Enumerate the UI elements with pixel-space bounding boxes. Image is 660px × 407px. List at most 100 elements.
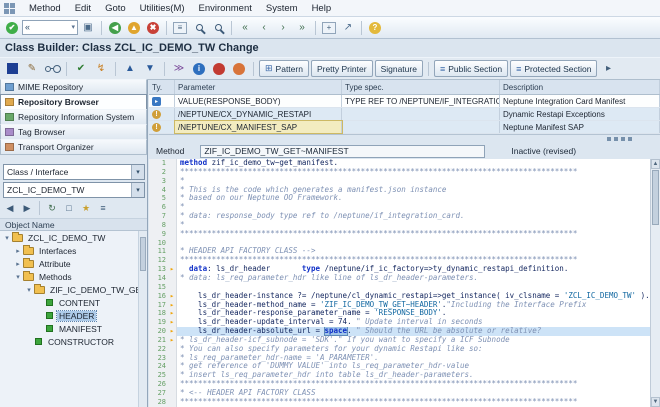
code-line[interactable]: 13 ▸ data: ls_dr_header type /neptune/if_…	[149, 265, 660, 274]
code-line[interactable]: 14 * data: ls_req_parameter_hdr like line…	[149, 273, 660, 283]
nav-tag-browser[interactable]: Tag Browser	[0, 124, 147, 140]
code-line[interactable]: 16 ▸ ls_dr_header-instance ?= /neptune/cl…	[149, 291, 660, 301]
syntax-check-icon[interactable]: ✔	[72, 60, 90, 78]
tree-scrollbar-thumb[interactable]	[140, 237, 146, 271]
tree-item-constructor[interactable]: CONSTRUCTOR	[0, 335, 138, 348]
param-row[interactable]: !/NEPTUNE/CX_MANIFEST_SAP Neptune Manifes…	[149, 120, 660, 134]
first-page-icon[interactable]: «	[236, 19, 254, 37]
activate-icon[interactable]: ↯	[92, 60, 110, 78]
param-row[interactable]: !/NEPTUNE/CX_DYNAMIC_RESTAPI Dynamic Rest…	[149, 108, 660, 121]
next-page-icon[interactable]: ›	[274, 19, 292, 37]
code-line[interactable]: 21 ▸ * ls_dr_header-icf_subnode = 'SDK'." …	[149, 335, 660, 345]
button-pattern[interactable]: ⊞ Pattern	[259, 60, 309, 77]
tree-item-attribute[interactable]: ▸ Attribute	[0, 257, 138, 270]
scroll-up-icon[interactable]: ▲	[651, 159, 660, 169]
scroll-down-icon[interactable]: ▼	[651, 397, 660, 407]
button-public-section[interactable]: ≡ Public Section	[433, 60, 509, 77]
tree-item-interfaces[interactable]: ▸ Interfaces	[0, 244, 138, 257]
expander-icon[interactable]: ▸	[14, 247, 22, 255]
code-line[interactable]: 8 *	[149, 220, 660, 230]
splitter-handle[interactable]	[607, 137, 632, 141]
code-line[interactable]: 3 *	[149, 176, 660, 186]
where-used-icon[interactable]: ≫	[170, 60, 188, 78]
expander-icon[interactable]: ▸	[14, 260, 22, 268]
cancel-icon[interactable]: ✖	[144, 19, 162, 37]
tree-item-content[interactable]: CONTENT	[0, 296, 138, 309]
overflow-icon[interactable]: ▸	[599, 60, 617, 78]
settings-icon[interactable]: ≡	[95, 201, 111, 216]
category-combo[interactable]: Class / Interface ▾	[3, 164, 145, 180]
code-line[interactable]: 5 * based on our Neptune OO Framework.	[149, 194, 660, 204]
command-field[interactable]: «▾	[22, 20, 78, 35]
editor-scrollbar[interactable]: ▲ ▼	[650, 159, 660, 407]
exit-icon[interactable]: ▲	[125, 19, 143, 37]
enter-icon[interactable]: ✔	[3, 19, 21, 37]
menu-edit[interactable]: Edit	[68, 2, 98, 15]
print-icon[interactable]: ≡	[171, 19, 189, 37]
column-header-description[interactable]: Description	[500, 80, 660, 94]
code-line[interactable]: 7 * data: response_body type ref to /nept…	[149, 212, 660, 221]
menu-help[interactable]: Help	[305, 2, 339, 15]
back-icon[interactable]: ◀	[106, 19, 124, 37]
tree-item-zif-ic-demo-tw-get[interactable]: ▾ ZIF_IC_DEMO_TW_GET	[0, 283, 138, 296]
code-line[interactable]: 22 * You can also specify parameters for …	[149, 344, 660, 354]
column-header-parameter[interactable]: Parameter	[175, 80, 342, 94]
menu-utilities-m[interactable]: Utilities(M)	[133, 2, 192, 15]
object-name-input[interactable]: ZCL_IC_DEMO_TW ▾	[3, 182, 145, 198]
code-line[interactable]: 2 ***************************************…	[149, 167, 660, 177]
nav-mime-repository[interactable]: MIME Repository	[0, 79, 147, 95]
code-line[interactable]: 12 **************************************…	[149, 256, 660, 266]
code-line[interactable]: 9 ***************************************…	[149, 229, 660, 239]
favorites-icon[interactable]: ★	[78, 201, 94, 216]
breakpoint-icon[interactable]	[210, 60, 228, 78]
session-indicator[interactable]	[3, 60, 21, 78]
display-change-icon[interactable]: ✎	[23, 60, 41, 78]
menu-environment[interactable]: Environment	[192, 2, 259, 15]
method-name-field[interactable]: ZIF_IC_DEMO_TW_GET~MANIFEST	[200, 144, 486, 158]
code-line[interactable]: 11 * HEADER API FACTORY CLASS -->	[149, 247, 660, 257]
find-next-icon[interactable]	[209, 19, 227, 37]
dropdown-arrow-icon[interactable]: ▾	[131, 165, 144, 179]
code-line[interactable]: 4 * This is the code which generates a ma…	[149, 185, 660, 195]
code-editor[interactable]: 1 method zif_ic_demo_tw~get_manifest. 2 ***…	[149, 159, 660, 407]
expander-icon[interactable]: ▾	[14, 273, 22, 281]
code-line[interactable]: 23 * ls_req_parameter_hdr-name = 'A_PARAM…	[149, 353, 660, 363]
tree-item-methods[interactable]: ▾ Methods	[0, 270, 138, 283]
find-icon[interactable]	[190, 19, 208, 37]
expander-icon[interactable]: ▾	[25, 286, 33, 294]
nav-transport-organizer[interactable]: Transport Organizer	[0, 139, 147, 155]
navigate-back-icon[interactable]: ◀	[2, 201, 18, 216]
code-line[interactable]: 1 method zif_ic_demo_tw~get_manifest.	[149, 159, 660, 168]
button-protected-section[interactable]: ≡ Protected Section	[510, 60, 598, 77]
save-icon[interactable]: ▣	[79, 19, 97, 37]
code-line[interactable]: 27 * <-- HEADER API FACTORY CLASS	[149, 388, 660, 398]
previous-page-icon[interactable]: ‹	[255, 19, 273, 37]
navigate-forward-icon[interactable]: ▶	[19, 201, 35, 216]
menu-goto[interactable]: Goto	[98, 2, 133, 15]
dropdown-arrow-icon[interactable]: ▾	[131, 183, 144, 197]
navigate-down-icon[interactable]: ▼	[141, 60, 159, 78]
param-row[interactable]: ▸ VALUE(RESPONSE_BODY) TYPE REF TO /NEPTUN…	[149, 95, 660, 108]
code-line[interactable]: 28 **************************************…	[149, 397, 660, 407]
code-line[interactable]: 6 *	[149, 203, 660, 213]
sap-menu-icon[interactable]	[4, 2, 15, 14]
code-line[interactable]: 25 * insert ls_req_parameter_hdr into tab…	[149, 371, 660, 381]
column-header-ty[interactable]: Ty.	[149, 80, 175, 94]
code-line[interactable]: 19 ▸ ls_dr_header-update_interval = 74. "…	[149, 318, 660, 328]
tree-item-header[interactable]: HEADER	[0, 309, 138, 322]
display-icon[interactable]	[43, 60, 61, 78]
tree-scrollbar[interactable]	[138, 231, 147, 407]
button-signature[interactable]: Signature	[374, 60, 423, 77]
full-screen-icon[interactable]: □	[61, 201, 77, 216]
code-line[interactable]: 24 * get reference of 'DUMMY VALUE' into …	[149, 362, 660, 372]
menu-system[interactable]: System	[259, 2, 305, 15]
last-page-icon[interactable]: »	[293, 19, 311, 37]
info-icon[interactable]: i	[190, 60, 208, 78]
new-session-icon[interactable]: +	[320, 19, 338, 37]
tree-item-manifest[interactable]: MANIFEST	[0, 322, 138, 335]
code-line[interactable]: 18 ▸ ls_dr_header-response_parameter_name…	[149, 309, 660, 319]
nav-repository-information-system[interactable]: Repository Information System	[0, 109, 147, 125]
code-line[interactable]: 10	[149, 238, 660, 248]
create-shortcut-icon[interactable]: ↗	[339, 19, 357, 37]
tree-item-zcl-ic-demo-tw[interactable]: ▾ ZCL_IC_DEMO_TW	[0, 231, 138, 244]
